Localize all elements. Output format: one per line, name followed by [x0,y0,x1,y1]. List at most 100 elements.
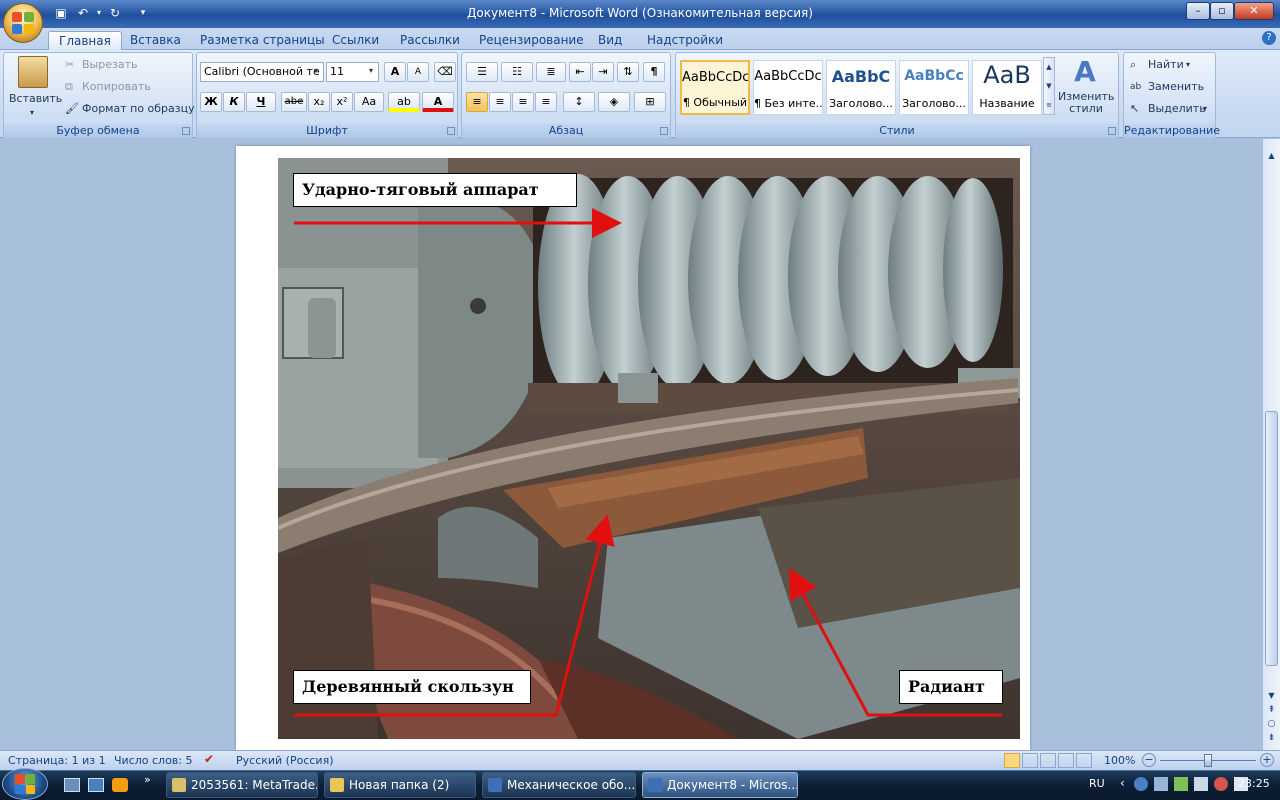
paste-dropdown-icon[interactable]: ▾ [30,104,34,122]
decrease-indent-icon[interactable]: ⇤ [569,62,591,82]
bullets-icon[interactable]: ☰ [466,62,498,82]
language-indicator[interactable]: Русский (Россия) [236,754,334,767]
scroll-thumb[interactable] [1265,411,1278,666]
tray-device-icon[interactable] [1194,777,1208,791]
multilevel-list-icon[interactable]: ≣ [536,62,566,82]
help-icon[interactable]: ? [1262,31,1276,45]
full-screen-icon[interactable] [1022,753,1038,768]
tray-expand-icon[interactable]: ‹ [1120,776,1125,790]
task-metatrader[interactable]: 2053561: MetaTrade... [166,772,318,798]
style-normal[interactable]: AaBbCcDc ¶ Обычный [680,60,750,115]
justify-icon[interactable]: ≡ [535,92,557,112]
dialog-launcher-icon[interactable] [447,127,455,135]
show-desktop-icon[interactable] [64,778,80,792]
page-count[interactable]: Страница: 1 из 1 [8,754,106,767]
switch-windows-icon[interactable] [88,778,104,792]
change-styles-icon[interactable]: A [1070,56,1100,88]
zoom-out-button[interactable]: − [1142,753,1156,767]
shrink-font-button[interactable]: A [407,62,429,82]
tab-home[interactable]: Главная [48,31,122,51]
task-new-folder[interactable]: Новая папка (2) [324,772,476,798]
replace-button[interactable]: Заменить [1148,78,1204,96]
office-button[interactable] [3,3,43,43]
style-no-spacing[interactable]: AaBbCcDc ¶ Без инте... [753,60,823,115]
font-color-button[interactable]: A [422,92,454,112]
web-layout-icon[interactable] [1040,753,1056,768]
dialog-launcher-icon[interactable] [182,127,190,135]
shading-icon[interactable]: ◈ [598,92,630,112]
draft-icon[interactable] [1076,753,1092,768]
clear-formatting-icon[interactable]: ⌫ [434,62,456,82]
vertical-scrollbar[interactable]: ▲ ▼ ⇞ ○ ⇟ [1262,139,1280,750]
paste-button[interactable]: Вставить [9,90,62,108]
customize-qat-icon[interactable]: ▾ [134,4,152,22]
input-language[interactable]: RU [1089,777,1105,790]
change-styles-button[interactable]: Изменить стили [1058,91,1114,115]
network-icon[interactable] [1174,777,1188,791]
task-document8[interactable]: Документ8 - Micros... [642,772,798,798]
find-dropdown-icon[interactable]: ▾ [1186,56,1190,74]
minimize-button[interactable]: – [1186,2,1210,20]
tab-references[interactable]: Ссылки [322,31,389,50]
style-heading-1[interactable]: AaBbC Заголово... [826,60,896,115]
document-image[interactable]: Ударно-тяговый аппарат Деревянный скольз… [278,158,1020,739]
redo-icon[interactable]: ↻ [106,4,124,22]
styles-scroll[interactable]: ▲ ▼ ≡ [1043,57,1055,115]
align-left-icon[interactable]: ≡ [466,92,488,112]
task-mechanical[interactable]: Механическое обо... [482,772,636,798]
style-title[interactable]: AaB Название [972,60,1042,115]
quick-launch-more-icon[interactable]: » [144,773,151,786]
tab-page-layout[interactable]: Разметка страницы [190,31,335,50]
scroll-up-icon[interactable]: ▲ [1265,151,1278,163]
word-count[interactable]: Число слов: 5 [114,754,193,767]
change-case-button[interactable]: Aa [354,92,384,112]
start-button[interactable] [2,768,48,800]
tray-display-icon[interactable] [1154,777,1168,791]
tab-view[interactable]: Вид [588,31,632,50]
media-player-icon[interactable] [112,778,128,792]
dialog-launcher-icon[interactable] [660,127,668,135]
cut-button[interactable]: Вырезать [82,56,137,74]
dialog-launcher-icon[interactable] [1108,127,1116,135]
underline-button[interactable]: Ч [246,92,276,112]
outline-icon[interactable] [1058,753,1074,768]
next-page-icon[interactable]: ⇟ [1265,733,1278,743]
tab-review[interactable]: Рецензирование [469,31,594,50]
save-icon[interactable]: ▣ [52,4,70,22]
sort-icon[interactable]: ⇅ [617,62,639,82]
increase-indent-icon[interactable]: ⇥ [592,62,614,82]
align-center-icon[interactable]: ≡ [489,92,511,112]
clock[interactable]: 23:25 [1238,777,1270,790]
scroll-down-icon[interactable]: ▼ [1265,691,1278,700]
prev-page-icon[interactable]: ⇞ [1265,705,1278,715]
tab-add-ins[interactable]: Надстройки [637,31,733,50]
close-button[interactable]: ✕ [1234,2,1274,20]
browse-object-icon[interactable]: ○ [1265,719,1278,729]
maximize-button[interactable]: ▫ [1210,2,1234,20]
zoom-slider-thumb[interactable] [1204,754,1212,767]
font-name-dropdown-icon[interactable]: ▾ [314,66,318,75]
font-name-box[interactable]: Calibri (Основной те [200,62,324,82]
print-layout-icon[interactable] [1004,753,1020,768]
align-right-icon[interactable]: ≡ [512,92,534,112]
paste-icon[interactable] [18,56,48,88]
borders-icon[interactable]: ⊞ [634,92,666,112]
numbering-icon[interactable]: ☷ [501,62,533,82]
line-spacing-icon[interactable]: ↕ [563,92,595,112]
italic-button[interactable]: К [223,92,245,112]
select-dropdown-icon[interactable]: ▾ [1203,100,1207,118]
security-alert-icon[interactable] [1214,777,1228,791]
show-formatting-button[interactable]: ¶ [643,62,665,82]
font-size-dropdown-icon[interactable]: ▾ [369,66,373,75]
copy-button[interactable]: Копировать [82,78,151,96]
superscript-button[interactable]: x² [331,92,353,112]
grow-font-button[interactable]: A [384,62,406,82]
find-button[interactable]: Найти [1148,56,1184,74]
style-heading-2[interactable]: AaBbCc Заголово... [899,60,969,115]
strikethrough-button[interactable]: abe [281,92,307,112]
zoom-level[interactable]: 100% [1104,754,1135,767]
proofing-icon[interactable]: ✔ [204,752,214,766]
tab-insert[interactable]: Вставка [120,31,191,50]
tray-app-icon[interactable] [1134,777,1148,791]
tab-mailings[interactable]: Рассылки [390,31,470,50]
